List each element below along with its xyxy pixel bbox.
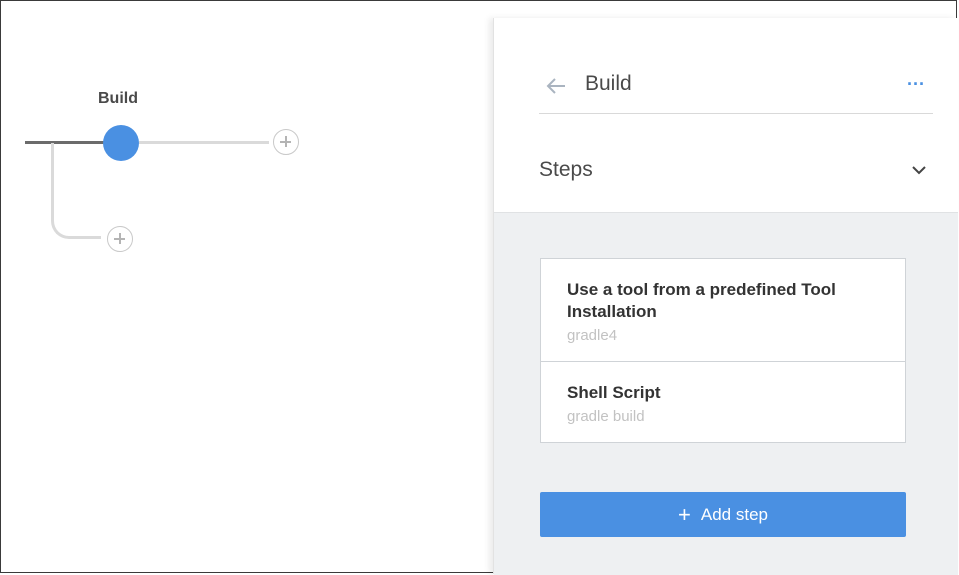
- step-item[interactable]: Shell Script gradle build: [541, 361, 905, 442]
- plus-icon: +: [678, 501, 691, 527]
- stage-label: Build: [98, 90, 138, 107]
- steps-area: Use a tool from a predefined Tool Instal…: [494, 212, 958, 575]
- stage-config-panel: Build ··· Steps Use a tool from a predef…: [493, 18, 958, 575]
- step-list: Use a tool from a predefined Tool Instal…: [540, 258, 906, 443]
- steps-title: Steps: [539, 158, 593, 181]
- pipeline-canvas: Build: [1, 1, 493, 573]
- add-parallel-stage-icon[interactable]: [107, 226, 133, 252]
- panel-title: Build: [585, 72, 632, 95]
- more-horizontal-icon[interactable]: ···: [905, 75, 927, 97]
- arrow-left-icon[interactable]: [545, 75, 567, 97]
- step-subtitle: gradle build: [567, 408, 645, 425]
- stage-connector: [139, 141, 269, 144]
- steps-section-header[interactable]: Steps: [539, 148, 933, 188]
- stage-node-build[interactable]: [103, 125, 139, 161]
- chevron-down-icon[interactable]: [911, 164, 927, 176]
- add-stage-icon[interactable]: [273, 129, 299, 155]
- step-subtitle: gradle4: [567, 327, 618, 344]
- panel-header: Build ···: [539, 63, 933, 114]
- parallel-branch-connector: [51, 143, 101, 239]
- step-title: Use a tool from a predefined Tool Instal…: [567, 280, 836, 321]
- add-step-label: Add step: [700, 504, 768, 524]
- step-title: Shell Script: [567, 383, 661, 402]
- add-step-button[interactable]: + Add step: [540, 492, 906, 537]
- step-item[interactable]: Use a tool from a predefined Tool Instal…: [541, 259, 905, 361]
